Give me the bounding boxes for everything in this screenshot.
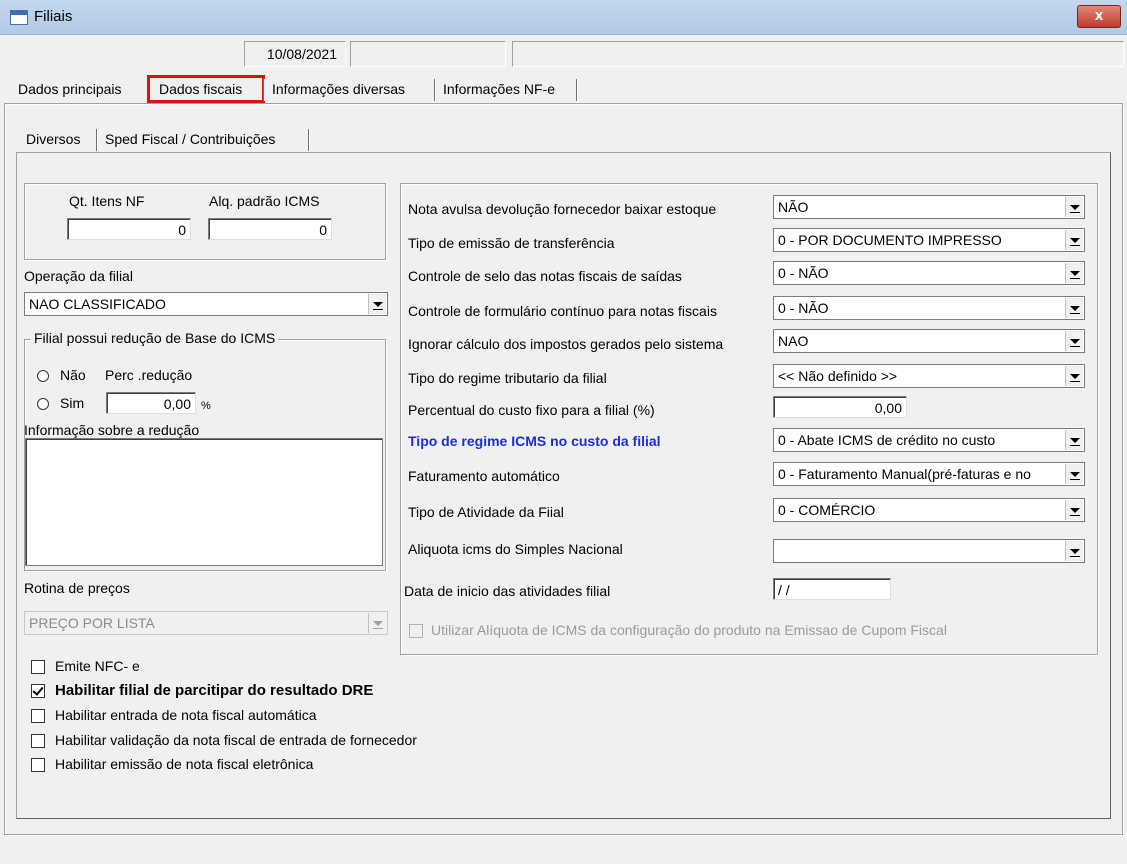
perc-reducao-label: Perc .redução: [105, 367, 193, 383]
utilizar-aliquota-label: Utilizar Alíquota de ICMS da configuraçã…: [431, 622, 947, 638]
row-label-atividade: Tipo de Atividade da Fiial: [408, 504, 564, 520]
checkbox-resultado-dre[interactable]: [31, 684, 45, 698]
perc-reducao-input[interactable]: 0,00: [106, 392, 196, 414]
radio-sim-label: Sim: [60, 395, 85, 411]
select-atividade[interactable]: 0 - COMÉRCIO: [773, 498, 1085, 522]
chevron-down-icon[interactable]: [1065, 430, 1083, 450]
rotina-select: PREÇO POR LISTA: [24, 611, 388, 635]
tab-informacoes-diversas[interactable]: Informações diversas: [272, 76, 405, 102]
radio-nao[interactable]: [37, 370, 49, 382]
chevron-down-icon: [368, 613, 386, 633]
row-label-controle-selo: Controle de selo das notas fiscais de sa…: [408, 268, 682, 284]
checkbox-entrada-automatica[interactable]: [31, 709, 45, 723]
info-reducao-textarea[interactable]: [25, 438, 383, 566]
tab-informacoes-nfe[interactable]: Informações NF-e: [443, 76, 555, 102]
select-ignorar-calculo[interactable]: NAO: [773, 329, 1085, 353]
row-label-regime-icms: Tipo de regime ICMS no custo da filial: [408, 433, 661, 449]
chevron-down-icon[interactable]: [1065, 197, 1083, 217]
utilizar-aliquota-checkbox: [409, 624, 423, 638]
label-entrada-automatica: Habilitar entrada de nota fiscal automát…: [55, 707, 317, 723]
status-box-3: [512, 41, 1124, 67]
chevron-down-icon[interactable]: [1065, 331, 1083, 351]
row-label-regime-tributario: Tipo do regime tributario da filial: [408, 370, 607, 386]
select-regime-tributario[interactable]: << Não definido >>: [773, 364, 1085, 388]
close-button[interactable]: x: [1077, 5, 1121, 28]
row-label-data-inicio: Data de inicio das atividades filial: [404, 583, 611, 599]
row-label-tipo-emissao: Tipo de emissão de transferência: [408, 235, 615, 251]
chevron-down-icon[interactable]: [1065, 263, 1083, 283]
perc-unit: %: [201, 400, 211, 412]
select-controle-selo[interactable]: 0 - NÃO: [773, 261, 1085, 285]
chevron-down-icon[interactable]: [1065, 464, 1083, 484]
select-formulario[interactable]: 0 - NÃO: [773, 296, 1085, 320]
row-label-nota-avulsa: Nota avulsa devolução fornecedor baixar …: [408, 201, 717, 217]
subtab-sped[interactable]: Sped Fiscal / Contribuições: [105, 126, 275, 152]
label-emissao-nfe: Habilitar emissão de nota fiscal eletrôn…: [55, 756, 314, 772]
status-date-box: 10/08/2021: [244, 41, 346, 67]
label-resultado-dre: Habilitar filial de parcitipar do result…: [55, 682, 374, 699]
row-label-aliquota-simples: Aliquota icms do Simples Nacional: [408, 541, 623, 557]
checkbox-validacao-entrada[interactable]: [31, 734, 45, 748]
tab-dados-principais[interactable]: Dados principais: [18, 76, 122, 102]
alq-icms-label: Alq. padrão ICMS: [209, 193, 320, 209]
row-label-ignorar-calculo: Ignorar cálculo dos impostos gerados pel…: [408, 336, 724, 352]
rotina-label: Rotina de preços: [24, 580, 130, 596]
radio-sim[interactable]: [37, 398, 49, 410]
select-nota-avulsa[interactable]: NÃO: [773, 195, 1085, 219]
chevron-down-icon[interactable]: [1065, 298, 1083, 318]
chevron-down-icon[interactable]: [368, 294, 386, 314]
select-faturamento[interactable]: 0 - Faturamento Manual(pré-faturas e no: [773, 462, 1085, 486]
chevron-down-icon[interactable]: [1065, 500, 1083, 520]
select-aliquota-simples[interactable]: [773, 539, 1085, 563]
radio-nao-label: Não: [60, 367, 86, 383]
qt-itens-label: Qt. Itens NF: [69, 193, 145, 209]
status-date: 10/08/2021: [266, 46, 337, 62]
info-reducao-label: Informação sobre a redução: [24, 422, 200, 438]
chevron-down-icon[interactable]: [1065, 230, 1083, 250]
label-validacao-entrada: Habilitar validação da nota fiscal de en…: [55, 732, 417, 748]
checkbox-emissao-nfe[interactable]: [31, 758, 45, 772]
chevron-down-icon[interactable]: [1065, 366, 1083, 386]
qt-itens-input[interactable]: 0: [67, 218, 191, 240]
checkbox-emite-nfce[interactable]: [31, 660, 45, 674]
status-box-2: [350, 41, 506, 67]
row-label-custo-fixo: Percentual do custo fixo para a filial (…: [408, 402, 655, 418]
window-title: Filiais: [34, 8, 73, 25]
row-label-faturamento: Faturamento automático: [408, 468, 560, 484]
alq-icms-input[interactable]: 0: [208, 218, 332, 240]
operacao-label: Operação da filial: [24, 268, 133, 284]
window-icon: [10, 10, 28, 25]
operacao-select[interactable]: NAO CLASSIFICADO: [24, 292, 388, 316]
title-bar: Filiais x: [0, 0, 1127, 35]
data-inicio-input[interactable]: / /: [773, 578, 891, 600]
row-label-formulario: Controle de formulário contínuo para not…: [408, 303, 717, 319]
reducao-group-label: Filial possui redução de Base do ICMS: [31, 330, 279, 346]
chevron-down-icon[interactable]: [1065, 541, 1083, 561]
label-emite-nfce: Emite NFC- e: [55, 658, 140, 674]
subtab-diversos[interactable]: Diversos: [26, 126, 80, 152]
select-regime-icms[interactable]: 0 - Abate ICMS de crédito no custo: [773, 428, 1085, 452]
tab-highlight: [147, 75, 265, 103]
select-tipo-emissao[interactable]: 0 - POR DOCUMENTO IMPRESSO: [773, 228, 1085, 252]
custo-fixo-input[interactable]: 0,00: [773, 396, 907, 418]
